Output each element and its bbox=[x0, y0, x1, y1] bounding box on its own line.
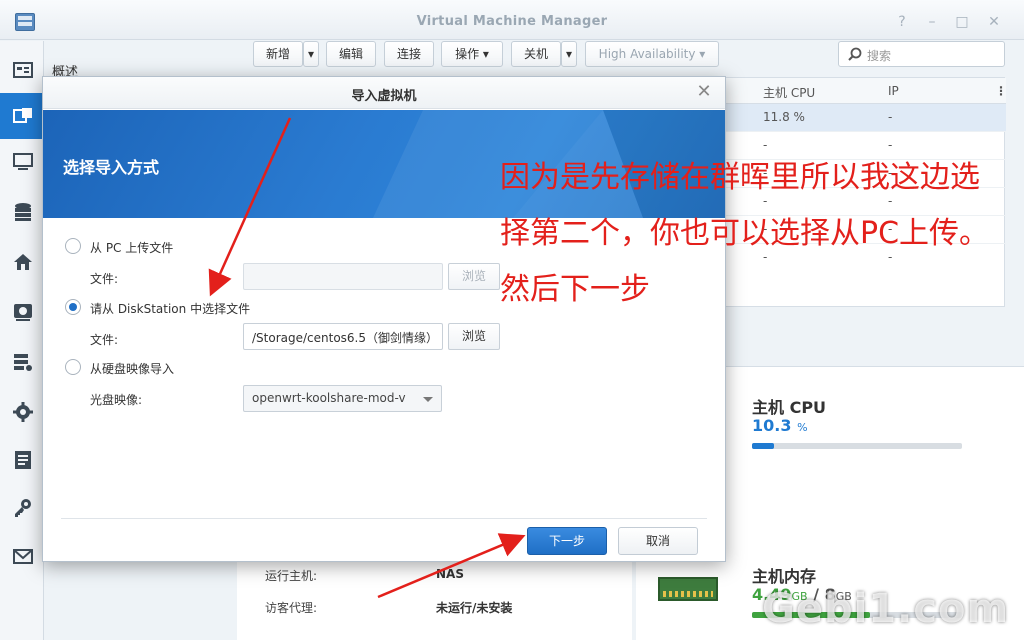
key-icon bbox=[15, 499, 31, 517]
option-upload-pc-label: 从 PC 上传文件 bbox=[90, 241, 174, 255]
mail-icon bbox=[13, 549, 33, 564]
create-dropdown-button[interactable]: ▾ bbox=[303, 41, 319, 67]
search-placeholder: 搜索 bbox=[867, 49, 892, 63]
vmm-window: Virtual Machine Manager ? – □ ✕ 概述 新增 ▾ … bbox=[0, 0, 1024, 640]
sidebar-item-network[interactable] bbox=[0, 239, 44, 285]
cpu-value-unit: % bbox=[797, 421, 808, 434]
log-icon bbox=[15, 451, 31, 469]
dialog-close-icon[interactable]: ✕ bbox=[693, 81, 715, 103]
option-disk-image-label: 从硬盘映像导入 bbox=[90, 362, 175, 376]
action-button[interactable]: 操作 ▾ bbox=[441, 41, 503, 67]
cpu-value-number: 10.3 bbox=[752, 416, 792, 435]
next-button[interactable]: 下一步 bbox=[527, 527, 607, 555]
column-menu-icon[interactable]: ⋮ bbox=[995, 84, 1007, 98]
cpu-usage-bar bbox=[752, 443, 962, 449]
create-button[interactable]: 新增 bbox=[253, 41, 303, 67]
sidebar bbox=[0, 41, 44, 640]
sidebar-item-image[interactable] bbox=[0, 289, 44, 335]
overview-icon bbox=[13, 62, 33, 78]
window-title: Virtual Machine Manager bbox=[416, 14, 608, 29]
sidebar-item-vm[interactable] bbox=[0, 93, 44, 139]
radio-disk-image[interactable] bbox=[65, 359, 81, 375]
column-header-ip[interactable]: IP bbox=[888, 84, 899, 98]
cluster-icon bbox=[14, 354, 32, 371]
settings-icon bbox=[13, 402, 33, 422]
guest-agent-value: 未运行/未安装 bbox=[436, 601, 513, 615]
ds-file-label: 文件: bbox=[90, 333, 119, 347]
connect-button[interactable]: 连接 bbox=[384, 41, 434, 67]
sidebar-item-host[interactable] bbox=[0, 139, 44, 185]
guest-agent-label: 访客代理: bbox=[265, 601, 318, 615]
sidebar-item-settings[interactable] bbox=[0, 389, 44, 435]
dialog-titlebar: 导入虚拟机 ✕ bbox=[43, 77, 725, 109]
host-value: NAS bbox=[436, 567, 464, 581]
window-titlebar: Virtual Machine Manager ? – □ ✕ bbox=[0, 0, 1024, 40]
option-diskstation-label: 请从 DiskStation 中选择文件 bbox=[90, 302, 251, 316]
minimize-icon[interactable]: – bbox=[922, 12, 942, 32]
cpu-title: 主机 CPU bbox=[752, 398, 827, 417]
dialog-title: 导入虚拟机 bbox=[351, 89, 417, 104]
iso-select[interactable]: openwrt-koolshare-mod-v bbox=[243, 385, 442, 412]
cpu-value: 10.3 % bbox=[752, 416, 808, 435]
high-availability-button[interactable]: High Availability ▾ bbox=[585, 41, 719, 67]
pc-file-label: 文件: bbox=[90, 272, 119, 286]
storage-icon bbox=[15, 203, 31, 221]
iso-label: 光盘映像: bbox=[90, 393, 143, 407]
banner-title: 选择导入方式 bbox=[63, 158, 160, 177]
sidebar-item-notification[interactable] bbox=[0, 533, 44, 579]
help-icon[interactable]: ? bbox=[892, 12, 912, 32]
watermark: Gebi1.com bbox=[762, 586, 1010, 632]
radio-upload-pc[interactable] bbox=[65, 238, 81, 254]
toolbar: 新增 ▾ 编辑 连接 操作 ▾ 关机 ▾ High Availability ▾… bbox=[237, 41, 1024, 75]
cpu-usage-fill bbox=[752, 443, 774, 449]
import-vm-dialog: 导入虚拟机 ✕ 选择导入方式 从 PC 上传文件 文件: 浏览 请从 DiskS… bbox=[42, 76, 726, 562]
sidebar-item-storage[interactable] bbox=[0, 189, 44, 235]
sidebar-item-cluster[interactable] bbox=[0, 339, 44, 385]
vm-icon bbox=[13, 108, 32, 123]
search-icon bbox=[848, 47, 862, 61]
maximize-icon[interactable]: □ bbox=[952, 12, 972, 32]
pc-browse-button[interactable]: 浏览 bbox=[448, 263, 500, 290]
column-header-cpu[interactable]: 主机 CPU bbox=[763, 84, 815, 101]
ram-icon bbox=[658, 577, 718, 601]
shutdown-button[interactable]: 关机 bbox=[511, 41, 561, 67]
host-label: 运行主机: bbox=[265, 569, 318, 583]
cancel-button[interactable]: 取消 bbox=[618, 527, 698, 555]
annotation-text: 因为是先存储在群晖里所以我这边选择第二个，你也可以选择从PC上传。然后下一步 bbox=[500, 160, 990, 307]
sidebar-item-log[interactable] bbox=[0, 437, 44, 483]
sidebar-item-license[interactable] bbox=[0, 485, 44, 531]
radio-diskstation[interactable] bbox=[65, 299, 81, 315]
close-icon[interactable]: ✕ bbox=[984, 12, 1004, 32]
network-icon bbox=[14, 254, 32, 270]
shutdown-dropdown-button[interactable]: ▾ bbox=[561, 41, 577, 67]
vm-info-panel: 运行主机: NAS 访客代理: 未运行/未安装 bbox=[237, 551, 632, 640]
sidebar-item-overview[interactable] bbox=[0, 47, 44, 93]
row-cpu: 11.8 % bbox=[763, 110, 805, 124]
ds-browse-button[interactable]: 浏览 bbox=[448, 323, 500, 350]
chevron-down-icon bbox=[423, 397, 433, 402]
iso-select-value: openwrt-koolshare-mod-v bbox=[252, 391, 406, 405]
image-icon bbox=[14, 304, 32, 321]
dialog-divider bbox=[61, 518, 707, 519]
row-ip: - bbox=[888, 110, 893, 124]
ram-title: 主机内存 bbox=[752, 567, 817, 586]
host-icon bbox=[13, 153, 33, 170]
ds-file-input[interactable]: /Storage/centos6.5（御剑情缘） bbox=[243, 323, 443, 350]
search-input[interactable]: 搜索 bbox=[838, 41, 1005, 67]
pc-file-input[interactable] bbox=[243, 263, 443, 290]
edit-button[interactable]: 编辑 bbox=[326, 41, 376, 67]
